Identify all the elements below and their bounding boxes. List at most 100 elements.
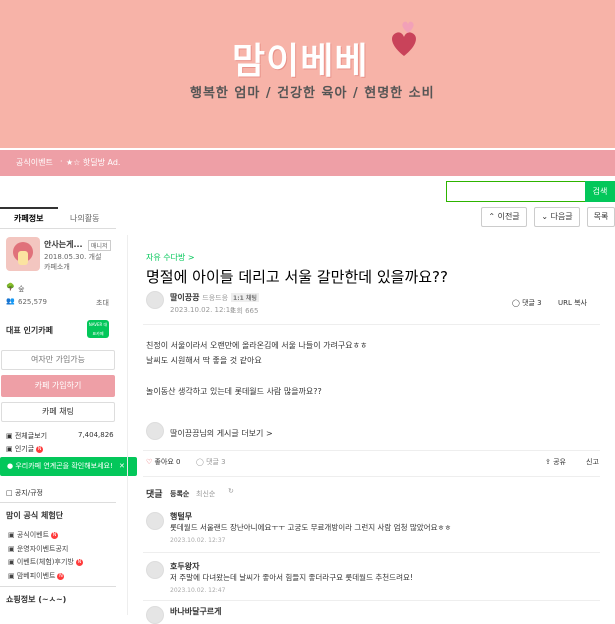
join-cafe-button[interactable]: 카페 가입하기: [1, 375, 115, 397]
cafe-name[interactable]: 안사는게...: [44, 239, 83, 250]
author-avatar[interactable]: [146, 291, 164, 309]
prev-post-button[interactable]: ⌃ 이전글: [481, 207, 527, 227]
toast-text: 우리카페 연계곤을 확인해보세요!: [15, 462, 113, 470]
cafe-thumbnail[interactable]: [6, 237, 40, 271]
comment-text: 롯데월드 서울랜드 장난아니에요ㅜㅜ 고궁도 무료개방이라 그런지 사람 엄청 …: [170, 523, 452, 532]
shop-section-title: 쇼핑정보 (~ㅅ~): [6, 595, 67, 604]
cafe-slogan: 행복한 엄마 / 건강한 육아 / 현명한 소비: [190, 86, 435, 101]
nav-item-hotdeal[interactable]: ★☆ 핫딜방 Ad.: [66, 157, 120, 168]
post-actions-divider: [143, 476, 600, 477]
cafe-banner[interactable]: 맘이베베 행복한 엄마 / 건강한 육아 / 현명한 소비: [0, 0, 615, 148]
cafe-nav: 공식이벤트 · ★☆ 핫딜방 Ad.: [0, 150, 615, 176]
comment-toggle-button[interactable]: ◯ 댓글 3: [196, 457, 226, 467]
post-body-line: 날씨도 시원해서 딱 좋을 것 같아요: [146, 356, 262, 365]
cafe-level: 숲: [18, 285, 25, 293]
total-posts-count: 7,404,826: [78, 431, 114, 439]
url-copy-button[interactable]: URL 복사: [558, 298, 587, 308]
close-icon[interactable]: ✕: [119, 462, 125, 470]
invite-link[interactable]: 초대: [96, 298, 109, 308]
sidebar-tabs: 카페정보 나의활동: [0, 207, 116, 229]
commenter-name[interactable]: 행털무: [170, 511, 192, 522]
post-body-line: 놀이동산 생각하고 있는데 롯데월드 사람 많을까요??: [146, 387, 322, 396]
chat-badge[interactable]: 1:1 채팅: [231, 293, 259, 302]
share-label: 공유: [553, 458, 566, 466]
linked-cafe-toast[interactable]: ● 우리카페 연계곤을 확인해보세요! ✕: [0, 457, 137, 476]
tab-my-activity[interactable]: 나의활동: [70, 213, 99, 224]
comment-divider: [143, 600, 600, 601]
next-post-button[interactable]: ⌄ 다음글: [534, 207, 580, 227]
post-title: 명절에 아이들 데리고 서울 갈만한데 있을까요??: [146, 268, 448, 286]
heart-small-icon: [402, 21, 414, 33]
like-count: 좋아요 0: [154, 458, 181, 466]
cafe-title: 맘이베베: [232, 41, 369, 82]
cafe-chat-button[interactable]: 카페 채팅: [1, 402, 115, 422]
list-button[interactable]: 목록: [587, 207, 615, 227]
author-suffix: 드응드응: [202, 294, 229, 302]
comment-text: 저 주말에 다녀왔는데 날씨가 좋아서 힘들지 좋더라구요 롯데월드 추천드려요…: [170, 573, 413, 582]
menu-item-mambepi[interactable]: ▣ 맘베피이벤트 N: [8, 571, 65, 581]
notice-label: 공지/규정: [14, 489, 43, 497]
author-more-link[interactable]: 딸이끙끙님의 게시글 더보기 >: [170, 428, 273, 439]
new-badge: N: [57, 572, 65, 580]
sidebar-divider: [0, 502, 116, 503]
sort-latest[interactable]: 최신순: [196, 489, 215, 499]
author-nickname: 딸이끙끙: [170, 293, 200, 302]
notice-link[interactable]: □ 공지/규정: [6, 488, 43, 498]
search-input[interactable]: [446, 181, 586, 202]
board-link[interactable]: 자유 수다방 >: [146, 252, 195, 263]
menu-label: 맘베피이벤트: [16, 572, 56, 580]
total-posts-label: 전체글보기: [14, 432, 48, 440]
nav-separator: ·: [60, 157, 63, 166]
popular-posts-link[interactable]: ▣ 인기글 N: [6, 444, 44, 454]
author-avatar-small[interactable]: [146, 422, 164, 440]
post-date: 2023.10.02. 12:10: [170, 306, 235, 314]
comment-date: 2023.10.02. 12:47: [170, 587, 226, 594]
post-body-line: 친정이 서울이라서 오랜만에 올라온김에 서울 나들이 가려구요ㅎㅎ: [146, 341, 368, 350]
member-count[interactable]: 625,579: [18, 298, 47, 306]
post-views: 조회 665: [230, 307, 259, 315]
comment-count: 댓글 3: [522, 299, 542, 307]
prev-post-label: 이전글: [497, 212, 520, 221]
total-posts-link[interactable]: ▣ 전체글보기: [6, 431, 47, 441]
comment-divider: [143, 552, 600, 553]
cafe-since: 2018.05.30. 개설: [44, 253, 102, 261]
comment-date: 2023.10.02. 12:37: [170, 537, 226, 544]
commenter-avatar[interactable]: [146, 561, 164, 579]
like-button[interactable]: ♡ 좋아요 0: [146, 457, 181, 467]
comment-count-link[interactable]: ◯ 댓글 3: [512, 298, 542, 308]
tab-cafe-info[interactable]: 카페정보: [14, 213, 43, 224]
content-divider: [127, 235, 128, 615]
menu-label: 공식이벤트: [16, 531, 50, 539]
info-icon: ●: [7, 462, 14, 470]
commenter-avatar[interactable]: [146, 606, 164, 624]
comments-title: 댓글: [146, 490, 163, 500]
section-title: 맘이 공식 체험단: [6, 511, 64, 520]
comment-icon: ◯: [512, 299, 520, 307]
next-post-label: 다음글: [550, 212, 573, 221]
menu-item-review[interactable]: ▣ 이벤트(체험)후기방 N: [8, 557, 83, 567]
new-badge: N: [75, 558, 83, 566]
menu-label: 이벤트(체험)후기방: [16, 558, 74, 566]
share-button[interactable]: ⇪ 공유: [545, 457, 566, 467]
post-body-divider: [143, 450, 600, 451]
heart-outline-icon: ♡: [146, 458, 153, 466]
new-badge: N: [51, 531, 59, 539]
sort-register[interactable]: 등록순: [170, 489, 189, 499]
author-name[interactable]: 딸이끙끙 드응드응 1:1 채팅: [170, 292, 259, 303]
chevron-down-icon: ⌄: [541, 212, 549, 221]
share-icon: ⇪: [545, 458, 551, 466]
nav-item-official-event[interactable]: 공식이벤트: [16, 157, 53, 168]
menu-item-official-event[interactable]: ▣ 공식이벤트 N: [8, 530, 59, 540]
report-button[interactable]: 신고: [586, 457, 599, 467]
menu-item-admin-event[interactable]: ▣ 운영자이벤트공지: [8, 544, 68, 554]
refresh-icon[interactable]: ↻: [228, 487, 234, 495]
popular-posts-label: 인기글: [14, 445, 35, 453]
cafe-intro-link[interactable]: 카페소개: [44, 262, 70, 272]
sidebar-divider: [0, 586, 116, 587]
commenter-avatar[interactable]: [146, 512, 164, 530]
manager-badge: 매니저: [88, 240, 111, 251]
commenter-name[interactable]: 호두왕자: [170, 561, 199, 572]
commenter-name[interactable]: 바나바달구르게: [170, 606, 222, 617]
join-condition: 여자만 가입가능: [1, 350, 115, 370]
search-button[interactable]: 검색: [585, 181, 615, 202]
